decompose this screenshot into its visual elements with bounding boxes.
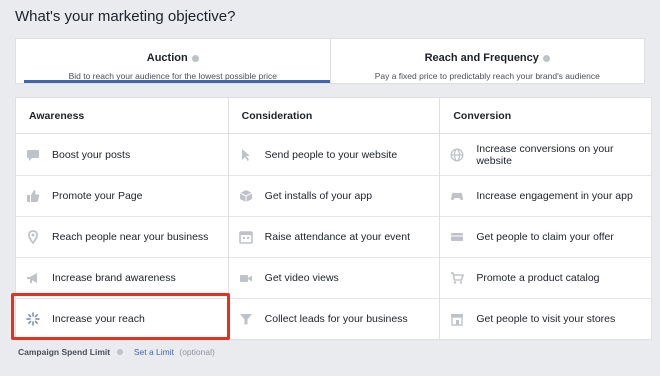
objective-label: Get people to visit your stores <box>476 313 616 325</box>
set-limit-link[interactable]: Set a Limit <box>134 347 174 357</box>
objective-label: Send people to your website <box>264 148 398 161</box>
bidding-option-title: Auction <box>146 52 188 64</box>
megaphone-icon <box>26 271 40 285</box>
objective-video-views[interactable]: Get video views <box>228 257 440 298</box>
objective-event-responses[interactable]: Raise attendance at your event <box>228 216 440 257</box>
campaign-spend-limit: Campaign Spend Limit Set a Limit (option… <box>18 347 215 357</box>
objective-label: Promote a product catalog <box>476 272 600 284</box>
game-controller-icon <box>450 189 464 203</box>
objective-label: Collect leads for your business <box>264 313 408 325</box>
bidding-type-selector: Auction Bid to reach your audience for t… <box>15 38 645 84</box>
thumbs-up-icon <box>26 189 40 203</box>
calendar-icon <box>238 230 253 244</box>
objective-product-catalog[interactable]: Promote a product catalog <box>440 257 652 298</box>
ticket-icon <box>450 230 464 244</box>
column-header: Awareness <box>16 98 228 134</box>
sparkle-icon <box>26 312 40 326</box>
objective-label: Reach people near your business <box>52 231 209 243</box>
column-awareness: Awareness Boost your posts Promote your … <box>16 98 228 339</box>
speech-bubble-icon <box>26 148 40 162</box>
globe-icon <box>450 148 464 162</box>
objective-label: Increase your reach <box>52 313 145 325</box>
spend-limit-label: Campaign Spend Limit <box>18 347 111 357</box>
objective-label: Increase engagement in your app <box>476 190 633 202</box>
funnel-icon <box>239 312 253 326</box>
bidding-option-auction[interactable]: Auction Bid to reach your audience for t… <box>16 39 330 83</box>
video-camera-icon <box>239 271 253 285</box>
objective-promote-page[interactable]: Promote your Page <box>16 175 228 216</box>
objective-boost-posts[interactable]: Boost your posts <box>16 134 228 175</box>
bidding-option-reach-and-frequency[interactable]: Reach and Frequency Pay a fixed price to… <box>329 39 645 83</box>
optional-note: (optional) <box>179 347 215 357</box>
storefront-icon <box>450 312 464 326</box>
objective-label: Raise attendance at your event <box>264 231 411 243</box>
column-header: Conversion <box>440 98 652 134</box>
info-icon[interactable] <box>117 349 124 355</box>
objective-store-visits[interactable]: Get people to visit your stores <box>440 298 652 339</box>
location-pin-icon <box>26 230 40 244</box>
objective-website-traffic[interactable]: Send people to your website <box>229 134 440 175</box>
objective-app-installs[interactable]: Get installs of your app <box>228 175 440 216</box>
column-consideration: Consideration Send people to your websit… <box>227 98 440 339</box>
objective-grid: Awareness Boost your posts Promote your … <box>15 97 652 340</box>
objective-label: Boost your posts <box>52 148 131 161</box>
objective-app-engagement[interactable]: Increase engagement in your app <box>440 175 652 216</box>
objective-label: Get people to claim your offer <box>476 231 614 243</box>
column-conversion: Conversion Increase conversions on your … <box>439 98 652 339</box>
objective-label: Increase conversions on your website <box>476 142 614 167</box>
bidding-option-subtitle: Bid to reach your audience for the lowes… <box>68 71 277 81</box>
objective-label: Increase brand awareness <box>52 272 176 284</box>
objective-local-awareness[interactable]: Reach people near your business <box>16 216 228 257</box>
objective-brand-awareness[interactable]: Increase brand awareness <box>16 257 228 298</box>
page-title: What's your marketing objective? <box>15 8 236 25</box>
objective-label: Get video views <box>264 272 339 284</box>
cursor-icon <box>239 148 253 162</box>
objective-reach[interactable]: Increase your reach <box>16 298 228 339</box>
objective-website-conversions[interactable]: Increase conversions on your website <box>440 134 651 175</box>
objective-lead-generation[interactable]: Collect leads for your business <box>228 298 440 339</box>
cube-icon <box>239 189 253 203</box>
info-icon[interactable] <box>542 54 550 62</box>
objective-label: Promote your Page <box>52 190 143 202</box>
shopping-cart-icon <box>450 271 465 285</box>
bidding-option-subtitle: Pay a fixed price to predictably reach y… <box>374 71 600 81</box>
bidding-option-title: Reach and Frequency <box>424 52 539 64</box>
column-header: Consideration <box>228 98 440 134</box>
objective-label: Get installs of your app <box>264 190 373 202</box>
info-icon[interactable] <box>191 54 199 62</box>
objective-offer-claims[interactable]: Get people to claim your offer <box>440 216 652 257</box>
